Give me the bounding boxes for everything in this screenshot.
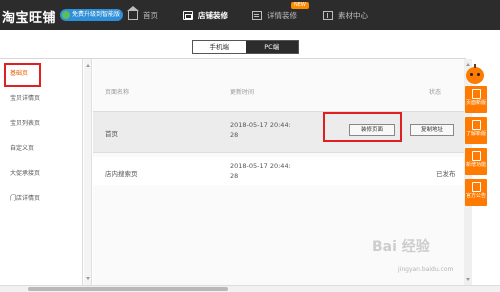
app-logo: 淘宝旺铺 (2, 11, 57, 26)
status-badge: 已发布 (436, 170, 456, 178)
toolbar-announcements[interactable]: 官方公告 (465, 179, 487, 206)
top-bar: 淘宝旺铺 免费升级到智能版 首页 店铺装修 详情装修 NEW 素材中心 (0, 0, 500, 30)
page-icon (471, 89, 481, 99)
page-type-sidebar: 基础页 宝贝详情页 宝贝列表页 自定义页 大促承接页 门店详情页 (0, 59, 83, 285)
feature-icon (471, 151, 481, 161)
toolbar-label: 了解新版 (465, 131, 486, 137)
tab-mobile[interactable]: 手机端 (193, 41, 246, 53)
sidebar-item-item-detail[interactable]: 宝贝详情页 (0, 86, 82, 112)
table-header: 页面名称 更新时间 状态 (93, 87, 464, 105)
watermark-url: jingyan.baidu.com (398, 266, 454, 273)
detail-icon (252, 10, 262, 20)
scroll-down-icon[interactable] (466, 278, 470, 281)
upgrade-icon (62, 11, 70, 19)
column-page-name: 页面名称 (105, 89, 130, 96)
view-toggle: 手机端 PC端 (192, 40, 299, 54)
asset-icon (323, 10, 333, 20)
page-name: 首页 (105, 130, 118, 138)
upgrade-badge-label: 免费升级到智能版 (72, 11, 121, 18)
sidebar-item-item-list[interactable]: 宝贝列表页 (0, 111, 82, 137)
nav-store-decoration-label: 店铺装修 (198, 10, 228, 20)
mascot-icon[interactable] (466, 64, 484, 84)
sidebar-item-custom-page[interactable]: 自定义页 (0, 136, 82, 162)
nav-home-label: 首页 (143, 10, 158, 20)
nav-home[interactable]: 首页 (127, 0, 158, 30)
scroll-up-icon[interactable] (86, 64, 90, 67)
toolbar-new-features[interactable]: 新增功能 (465, 148, 487, 175)
notice-icon (471, 182, 481, 192)
toolbar-label: 新增功能 (465, 162, 486, 168)
table-row: 首页 2018-05-17 20:44: 28 装修页面 复制地址 (93, 111, 464, 153)
sidebar-scrollbar[interactable] (84, 59, 92, 285)
copy-link-button[interactable]: 复制地址 (410, 124, 454, 136)
toolbar-label: 官方公告 (465, 193, 486, 199)
column-update-time: 更新时间 (230, 89, 255, 96)
sidebar-item-store-detail[interactable]: 门店详情页 (0, 186, 82, 212)
new-tag: NEW (291, 2, 309, 9)
home-icon (127, 5, 139, 20)
column-status: 状态 (429, 89, 442, 96)
highlight-box-decorate (323, 112, 402, 142)
nav-asset-center-label: 素材中心 (338, 10, 368, 20)
toolbar-page-new[interactable]: 页面新版 (465, 86, 487, 113)
sidebar-item-promo-page[interactable]: 大促承接页 (0, 161, 82, 187)
info-icon (471, 120, 481, 130)
watermark: Bai 经验 (372, 239, 430, 255)
store-icon (183, 10, 193, 20)
nav-detail-decoration-label: 详情装修 (267, 10, 297, 20)
highlight-box-sidebar (4, 63, 41, 87)
table-row: 店内搜索页 2018-05-17 20:44: 28 已发布 (93, 157, 464, 185)
tab-pc[interactable]: PC端 (245, 41, 298, 53)
update-time-cont: 28 (230, 131, 239, 139)
upgrade-badge[interactable]: 免费升级到智能版 (60, 9, 124, 21)
update-time-cont: 28 (230, 172, 239, 180)
scroll-thumb[interactable] (28, 287, 228, 291)
toolbar-label: 页面新版 (465, 100, 486, 106)
update-time: 2018-05-17 20:44: (230, 162, 291, 170)
toolbar-learn-new[interactable]: 了解新版 (465, 117, 487, 144)
scroll-down-icon[interactable] (86, 277, 90, 280)
nav-store-decoration[interactable]: 店铺装修 (183, 0, 228, 30)
update-time: 2018-05-17 20:44: (230, 121, 291, 129)
horizontal-scrollbar[interactable] (0, 285, 500, 292)
scroll-up-icon[interactable] (466, 63, 470, 66)
page-name: 店内搜索页 (105, 170, 138, 178)
nav-asset-center[interactable]: 素材中心 (323, 0, 368, 30)
